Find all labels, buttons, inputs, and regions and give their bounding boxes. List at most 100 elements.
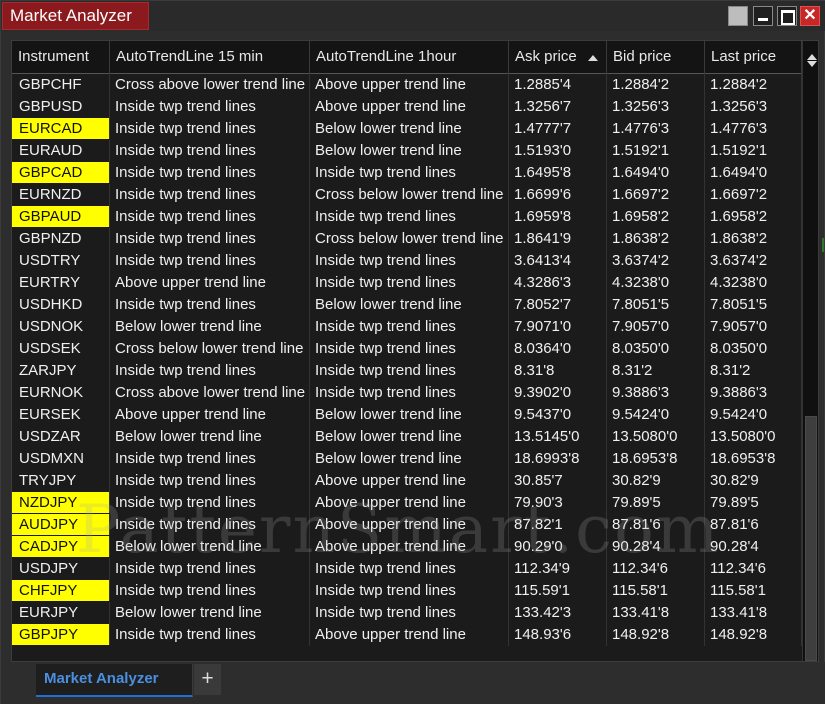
cell-bid-price[interactable]: 7.8051'5 bbox=[607, 294, 705, 316]
table-row[interactable]: EURNZD Inside twp trend lines Cross below … bbox=[12, 184, 802, 206]
cell-trend-1hour[interactable]: Cross below lower trend line bbox=[310, 184, 509, 206]
cell-last-price[interactable]: 148.92'8 bbox=[705, 624, 802, 646]
cell-ask-price[interactable]: 1.3256'7 bbox=[509, 96, 607, 118]
table-row[interactable]: GBPJPY Inside twp trend lines Above upper … bbox=[12, 624, 802, 646]
cell-trend-15min[interactable]: Below lower trend line bbox=[110, 536, 310, 558]
cell-last-price[interactable]: 13.5080'0 bbox=[705, 426, 802, 448]
table-row[interactable]: EURSEK Above upper trend line Below lower … bbox=[12, 404, 802, 426]
cell-bid-price[interactable]: 115.58'1 bbox=[607, 580, 705, 602]
cell-bid-price[interactable]: 3.6374'2 bbox=[607, 250, 705, 272]
cell-trend-15min[interactable]: Above upper trend line bbox=[110, 272, 310, 294]
cell-ask-price[interactable]: 7.9071'0 bbox=[509, 316, 607, 338]
cell-instrument[interactable]: GBPJPY bbox=[12, 624, 110, 645]
table-row[interactable]: USDZAR Below lower trend line Below lower … bbox=[12, 426, 802, 448]
cell-bid-price[interactable]: 87.81'6 bbox=[607, 514, 705, 536]
cell-bid-price[interactable]: 1.6494'0 bbox=[607, 162, 705, 184]
cell-bid-price[interactable]: 8.0350'0 bbox=[607, 338, 705, 360]
cell-bid-price[interactable]: 8.31'2 bbox=[607, 360, 705, 382]
table-row[interactable]: EURTRY Above upper trend line Inside twp t… bbox=[12, 272, 802, 294]
table-row[interactable]: NZDJPY Inside twp trend lines Above upper … bbox=[12, 492, 802, 514]
cell-trend-1hour[interactable]: Inside twp trend lines bbox=[310, 360, 509, 382]
column-header-autotrendline-1hour[interactable]: AutoTrendLine 1hour bbox=[310, 41, 509, 74]
cell-ask-price[interactable]: 1.6959'8 bbox=[509, 206, 607, 228]
cell-trend-15min[interactable]: Cross below lower trend line bbox=[110, 338, 310, 360]
table-row[interactable]: EURAUD Inside twp trend lines Below lower … bbox=[12, 140, 802, 162]
cell-bid-price[interactable]: 13.5080'0 bbox=[607, 426, 705, 448]
cell-trend-15min[interactable]: Inside twp trend lines bbox=[110, 140, 310, 162]
cell-trend-15min[interactable]: Below lower trend line bbox=[110, 602, 310, 624]
table-row[interactable]: CADJPY Below lower trend line Above upper … bbox=[12, 536, 802, 558]
cell-trend-15min[interactable]: Inside twp trend lines bbox=[110, 118, 310, 140]
cell-last-price[interactable]: 115.58'1 bbox=[705, 580, 802, 602]
table-row[interactable]: EURNOK Cross above lower trend line Inside… bbox=[12, 382, 802, 404]
cell-ask-price[interactable]: 9.3902'0 bbox=[509, 382, 607, 404]
close-icon[interactable]: ✕ bbox=[800, 6, 820, 26]
cell-trend-1hour[interactable]: Inside twp trend lines bbox=[310, 206, 509, 228]
cell-ask-price[interactable]: 1.5193'0 bbox=[509, 140, 607, 162]
cell-instrument[interactable]: CHFJPY bbox=[12, 580, 110, 601]
table-row[interactable]: GBPNZD Inside twp trend lines Cross below … bbox=[12, 228, 802, 250]
cell-ask-price[interactable]: 8.31'8 bbox=[509, 360, 607, 382]
cell-ask-price[interactable]: 7.8052'7 bbox=[509, 294, 607, 316]
cell-last-price[interactable]: 1.3256'3 bbox=[705, 96, 802, 118]
cell-instrument[interactable]: ZARJPY bbox=[12, 360, 110, 382]
cell-ask-price[interactable]: 1.6495'8 bbox=[509, 162, 607, 184]
cell-last-price[interactable]: 30.82'9 bbox=[705, 470, 802, 492]
cell-trend-1hour[interactable]: Above upper trend line bbox=[310, 74, 509, 96]
cell-trend-15min[interactable]: Inside twp trend lines bbox=[110, 580, 310, 602]
cell-last-price[interactable]: 3.6374'2 bbox=[705, 250, 802, 272]
scroll-down-icon[interactable] bbox=[807, 61, 817, 67]
cell-trend-15min[interactable]: Inside twp trend lines bbox=[110, 558, 310, 580]
cell-instrument[interactable]: EURNOK bbox=[12, 382, 110, 404]
cell-trend-15min[interactable]: Inside twp trend lines bbox=[110, 514, 310, 536]
cell-last-price[interactable]: 7.8051'5 bbox=[705, 294, 802, 316]
cell-trend-1hour[interactable]: Inside twp trend lines bbox=[310, 580, 509, 602]
cell-instrument[interactable]: GBPNZD bbox=[12, 228, 110, 250]
cell-bid-price[interactable]: 9.3886'3 bbox=[607, 382, 705, 404]
table-row[interactable]: AUDJPY Inside twp trend lines Above upper … bbox=[12, 514, 802, 536]
cell-trend-15min[interactable]: Inside twp trend lines bbox=[110, 294, 310, 316]
cell-last-price[interactable]: 1.6958'2 bbox=[705, 206, 802, 228]
cell-ask-price[interactable]: 13.5145'0 bbox=[509, 426, 607, 448]
cell-trend-15min[interactable]: Inside twp trend lines bbox=[110, 492, 310, 514]
cell-trend-1hour[interactable]: Below lower trend line bbox=[310, 448, 509, 470]
table-row[interactable]: USDMXN Inside twp trend lines Below lower … bbox=[12, 448, 802, 470]
cell-bid-price[interactable]: 1.2884'2 bbox=[607, 74, 705, 96]
cell-bid-price[interactable]: 79.89'5 bbox=[607, 492, 705, 514]
cell-trend-1hour[interactable]: Above upper trend line bbox=[310, 470, 509, 492]
cell-last-price[interactable]: 90.28'4 bbox=[705, 536, 802, 558]
cell-instrument[interactable]: USDHKD bbox=[12, 294, 110, 316]
cell-bid-price[interactable]: 1.3256'3 bbox=[607, 96, 705, 118]
cell-ask-price[interactable]: 87.82'1 bbox=[509, 514, 607, 536]
cell-instrument[interactable]: GBPUSD bbox=[12, 96, 110, 118]
title-bar[interactable]: Market Analyzer ✕ bbox=[1, 1, 825, 31]
cell-ask-price[interactable]: 3.6413'4 bbox=[509, 250, 607, 272]
cell-instrument[interactable]: EURJPY bbox=[12, 602, 110, 624]
table-row[interactable]: USDSEK Cross below lower trend line Inside… bbox=[12, 338, 802, 360]
cell-trend-15min[interactable]: Inside twp trend lines bbox=[110, 206, 310, 228]
cell-trend-15min[interactable]: Inside twp trend lines bbox=[110, 228, 310, 250]
cell-instrument[interactable]: USDTRY bbox=[12, 250, 110, 272]
cell-instrument[interactable]: EURSEK bbox=[12, 404, 110, 426]
cell-trend-15min[interactable]: Inside twp trend lines bbox=[110, 624, 310, 646]
vertical-scrollbar[interactable] bbox=[802, 41, 818, 661]
cell-last-price[interactable]: 8.31'2 bbox=[705, 360, 802, 382]
cell-last-price[interactable]: 133.41'8 bbox=[705, 602, 802, 624]
column-header-bid-price[interactable]: Bid price bbox=[607, 41, 705, 74]
add-tab-button[interactable]: + bbox=[194, 664, 221, 695]
cell-bid-price[interactable]: 1.6958'2 bbox=[607, 206, 705, 228]
cell-last-price[interactable]: 87.81'6 bbox=[705, 514, 802, 536]
cell-trend-1hour[interactable]: Below lower trend line bbox=[310, 118, 509, 140]
cell-trend-1hour[interactable]: Inside twp trend lines bbox=[310, 338, 509, 360]
cell-trend-1hour[interactable]: Below lower trend line bbox=[310, 426, 509, 448]
cell-ask-price[interactable]: 112.34'9 bbox=[509, 558, 607, 580]
cell-bid-price[interactable]: 18.6953'8 bbox=[607, 448, 705, 470]
cell-last-price[interactable]: 79.89'5 bbox=[705, 492, 802, 514]
cell-bid-price[interactable]: 112.34'6 bbox=[607, 558, 705, 580]
cell-ask-price[interactable]: 30.85'7 bbox=[509, 470, 607, 492]
cell-instrument[interactable]: USDJPY bbox=[12, 558, 110, 580]
cell-bid-price[interactable]: 90.28'4 bbox=[607, 536, 705, 558]
table-row[interactable]: USDJPY Inside twp trend lines Inside twp t… bbox=[12, 558, 802, 580]
cell-instrument[interactable]: GBPCHF bbox=[12, 74, 110, 96]
cell-bid-price[interactable]: 7.9057'0 bbox=[607, 316, 705, 338]
